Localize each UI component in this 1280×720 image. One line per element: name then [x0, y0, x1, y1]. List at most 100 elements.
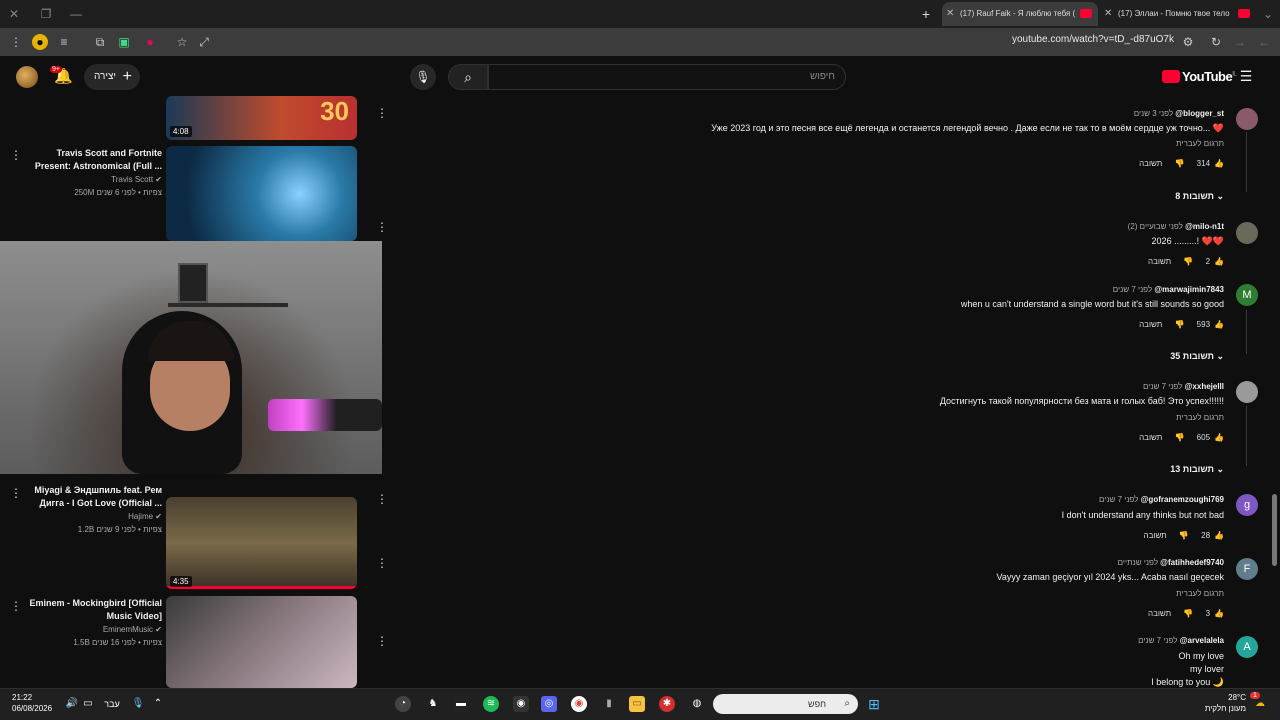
video-channel[interactable]: EminemMusic ✔	[28, 624, 162, 636]
like-icon[interactable]: 👍	[1214, 433, 1224, 442]
dislike-icon[interactable]: 👎	[1183, 609, 1193, 618]
replies-toggle[interactable]: 8 תשובות ⌄	[1175, 191, 1224, 202]
video-more-icon[interactable]: ⋮	[10, 599, 22, 613]
reply-button[interactable]: תשובה	[1139, 433, 1162, 442]
video-channel[interactable]: Travis Scott ✔	[28, 174, 162, 186]
dislike-icon[interactable]: 👎	[1174, 320, 1184, 329]
forward-icon[interactable]: →	[1232, 34, 1248, 50]
like-icon[interactable]: 👍	[1214, 531, 1224, 540]
microphone-tray-icon[interactable]: 🎙	[130, 696, 146, 712]
file-explorer-icon[interactable]: ▭	[629, 696, 645, 712]
comment-avatar[interactable]: A	[1236, 636, 1258, 658]
dislike-icon[interactable]: 👎	[1179, 531, 1189, 540]
chrome-icon[interactable]: ◉	[571, 696, 587, 712]
minimize-icon[interactable]: —	[68, 6, 84, 22]
tab-close-icon[interactable]: ✕	[1104, 2, 1112, 26]
tab-close-icon[interactable]: ✕	[946, 2, 954, 26]
voice-search-icon[interactable]: 🎙	[410, 64, 436, 90]
video-more-icon[interactable]: ⋮	[376, 556, 388, 570]
extension-icon[interactable]: ▣	[116, 34, 132, 50]
obs-icon[interactable]: ◍	[689, 696, 705, 712]
translate-link[interactable]: תרגום לעברית	[1176, 589, 1224, 598]
replies-toggle[interactable]: 13 תשובות ⌄	[1170, 464, 1224, 475]
dislike-icon[interactable]: 👎	[1174, 159, 1184, 168]
thread-line	[1246, 310, 1247, 354]
comment-avatar[interactable]	[1236, 222, 1258, 244]
speaker-icon[interactable]: 🔊	[64, 696, 80, 712]
video-more-icon[interactable]: ⋮	[376, 106, 388, 120]
create-button[interactable]: יצירה +	[84, 64, 140, 90]
input-language[interactable]: עבר	[102, 696, 122, 712]
video-more-icon[interactable]: ⋮	[376, 492, 388, 506]
comment-avatar[interactable]: F	[1236, 558, 1258, 580]
browser-menu-icon[interactable]: ⋮	[8, 34, 24, 50]
reply-button[interactable]: תשובה	[1139, 159, 1162, 168]
extensions-icon[interactable]: ⧉	[92, 34, 108, 50]
new-tab-button[interactable]: +	[918, 6, 934, 22]
network-icon[interactable]: ▭	[80, 696, 96, 712]
maximize-icon[interactable]: ❐	[38, 6, 54, 22]
app-icon-wolf[interactable]: ♞	[425, 696, 441, 712]
video-thumbnail[interactable]	[166, 596, 357, 688]
dislike-icon[interactable]: 👎	[1174, 433, 1184, 442]
spotify-icon[interactable]: ≋	[483, 696, 499, 712]
video-channel[interactable]: Hajime ✔	[28, 511, 162, 523]
taskbar-search-input[interactable]: חפש ⌕	[713, 694, 858, 714]
like-icon[interactable]: 👍	[1214, 609, 1224, 618]
video-more-icon[interactable]: ⋮	[10, 486, 22, 500]
app-icon-mic[interactable]: ▮	[601, 696, 617, 712]
video-thumbnail[interactable]	[166, 146, 357, 241]
search-button[interactable]: ⌕	[448, 64, 488, 90]
translate-link[interactable]: תרגום לעברית	[1176, 139, 1224, 148]
discord-icon[interactable]: ◎	[541, 696, 557, 712]
taskbar-clock[interactable]: 21:22 06/08/2026	[12, 692, 52, 714]
back-icon[interactable]: ←	[1256, 34, 1272, 50]
reload-icon[interactable]: ↻	[1208, 34, 1224, 50]
tab-search-icon[interactable]: ⌄	[1260, 6, 1276, 22]
reply-button[interactable]: תשובה	[1148, 257, 1171, 266]
like-icon[interactable]: 👍	[1214, 257, 1224, 266]
comment-avatar[interactable]: g	[1236, 494, 1258, 516]
like-icon[interactable]: 👍	[1214, 159, 1224, 168]
search-input[interactable]: חיפוש	[488, 64, 846, 90]
reply-button[interactable]: תשובה	[1139, 320, 1162, 329]
reply-button[interactable]: תשובה	[1144, 531, 1167, 540]
video-more-icon[interactable]: ⋮	[10, 148, 22, 162]
comment-avatar[interactable]: M	[1236, 284, 1258, 306]
tab-inactive[interactable]: ✕ (17) Эллаи - Помню твое тело	[1100, 2, 1256, 26]
profile-icon[interactable]: ●	[32, 34, 48, 50]
video-more-icon[interactable]: ⋮	[376, 634, 388, 648]
video-thumbnail[interactable]: 30	[166, 96, 357, 140]
close-window-icon[interactable]: ✕	[6, 6, 22, 22]
video-title[interactable]: Travis Scott and Fortnite Present: Astro…	[28, 147, 162, 173]
page-scrollbar[interactable]	[1272, 494, 1277, 566]
comment-avatar[interactable]	[1236, 381, 1258, 403]
reading-list-icon[interactable]: ≡	[56, 34, 72, 50]
video-thumbnail[interactable]	[166, 497, 357, 589]
hamburger-menu-icon[interactable]: ☰	[1238, 68, 1254, 84]
dislike-icon[interactable]: 👎	[1183, 257, 1193, 266]
replies-toggle[interactable]: 35 תשובות ⌄	[1170, 351, 1224, 362]
windows-start-icon[interactable]: ⊞	[866, 696, 882, 712]
translate-link[interactable]: תרגום לעברית	[1176, 413, 1224, 422]
tray-expand-icon[interactable]: ⌃	[150, 696, 166, 712]
extension-badge-icon[interactable]: ●	[142, 34, 158, 50]
site-settings-icon[interactable]: ⚙	[1180, 34, 1196, 50]
tab-active[interactable]: ✕ (17) Rauf Faik - Я люблю тебя (	[942, 2, 1098, 26]
account-avatar[interactable]	[16, 66, 38, 88]
youtube-logo[interactable]: YouTubeIL	[1162, 69, 1237, 84]
app-icon-owl[interactable]: ◉	[513, 696, 529, 712]
app-icon-clock[interactable]: ◔	[395, 696, 411, 712]
video-title[interactable]: Miyagi & Эндшпиль feat. Рем Дигга - I Go…	[28, 484, 162, 510]
taskbar-weather[interactable]: 28°C מעונן חלקית	[1202, 692, 1246, 714]
install-app-icon[interactable]: ⤢	[196, 34, 212, 50]
address-bar[interactable]: youtube.com/watch?v=tD_-d87uO7k	[1012, 34, 1174, 45]
comment-avatar[interactable]	[1236, 108, 1258, 130]
video-title[interactable]: Eminem - Mockingbird [Official Music Vid…	[28, 597, 162, 623]
video-more-icon[interactable]: ⋮	[376, 220, 388, 234]
like-icon[interactable]: 👍	[1214, 320, 1224, 329]
bookmark-star-icon[interactable]: ☆	[174, 34, 190, 50]
app-icon-terminal[interactable]: ▬	[453, 696, 469, 712]
app-icon-red[interactable]: ✱	[659, 696, 675, 712]
reply-button[interactable]: תשובה	[1148, 609, 1171, 618]
